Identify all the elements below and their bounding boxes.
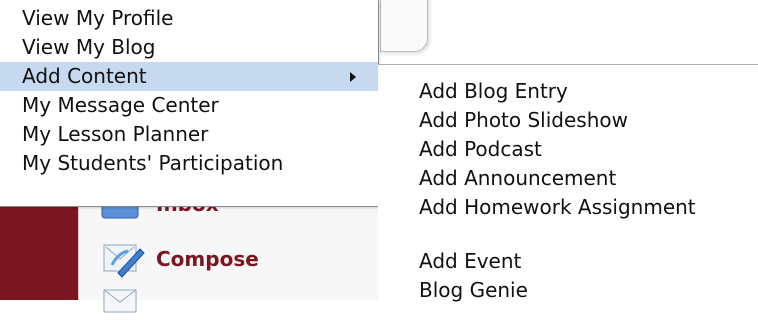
compose-icon	[98, 239, 146, 279]
user-menu: View My Profile View My Blog Add Content…	[0, 0, 379, 207]
menu-item-add-content[interactable]: Add Content	[0, 62, 378, 91]
envelope-icon	[98, 286, 146, 326]
compose-link[interactable]: Compose	[98, 238, 368, 280]
background-panel-corner	[380, 0, 428, 52]
submenu-item-add-event[interactable]: Add Event	[419, 247, 521, 276]
menu-item-my-students-participation[interactable]: My Students' Participation	[0, 149, 378, 178]
menu-item-my-message-center[interactable]: My Message Center	[0, 91, 378, 120]
submenu-item-add-announcement[interactable]: Add Announcement	[419, 164, 616, 193]
sidebar-maroon-strip	[0, 195, 78, 300]
menu-item-add-content-label: Add Content	[22, 64, 147, 88]
submenu-item-add-homework-assignment[interactable]: Add Homework Assignment	[419, 193, 696, 222]
submenu-arrow-icon	[350, 72, 356, 82]
submenu-item-add-photo-slideshow[interactable]: Add Photo Slideshow	[419, 106, 628, 135]
menu-item-my-lesson-planner[interactable]: My Lesson Planner	[0, 120, 378, 149]
compose-label: Compose	[156, 247, 259, 271]
add-content-submenu: Add Blog Entry Add Photo Slideshow Add P…	[378, 64, 758, 302]
messages-link[interactable]	[98, 285, 368, 327]
submenu-item-add-blog-entry[interactable]: Add Blog Entry	[419, 77, 568, 106]
submenu-item-blog-genie[interactable]: Blog Genie	[419, 276, 528, 305]
submenu-item-add-podcast[interactable]: Add Podcast	[419, 135, 542, 164]
menu-item-view-my-blog[interactable]: View My Blog	[0, 33, 378, 62]
menu-item-view-my-profile[interactable]: View My Profile	[0, 4, 378, 33]
